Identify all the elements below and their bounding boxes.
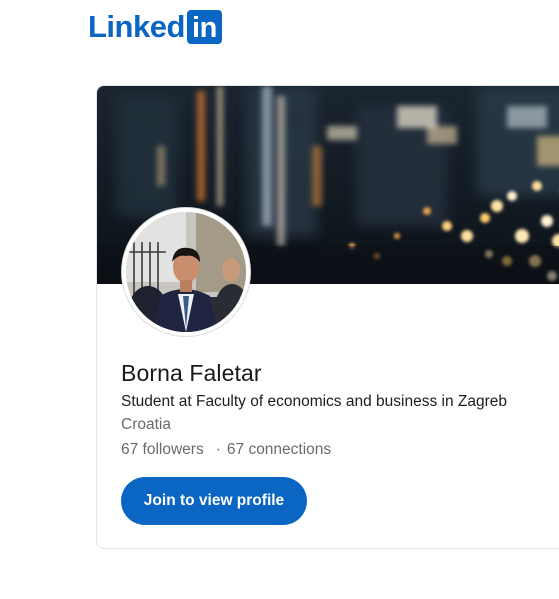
- profile-headline: Student at Faculty of economics and busi…: [121, 393, 507, 410]
- profile-location: Croatia: [121, 416, 171, 433]
- profile-photo: [126, 212, 246, 332]
- connections-count: 67 connections: [226, 441, 332, 458]
- logo-in-text: in: [192, 12, 217, 44]
- linkedin-logo[interactable]: Linked in: [88, 9, 222, 45]
- profile-name: Borna Faletar: [121, 360, 262, 386]
- profile-avatar: [122, 208, 250, 336]
- join-to-view-profile-button[interactable]: Join to view profile: [121, 477, 307, 525]
- profile-stats: 67 followers · 67 connections: [121, 440, 331, 460]
- followers-count: 67 followers: [121, 441, 204, 458]
- page: Linked in Borna Faletar Student at Facul…: [0, 0, 559, 599]
- stats-separator: ·: [215, 441, 221, 458]
- logo-wordmark: Linked: [88, 9, 185, 44]
- logo-in-box: in: [186, 10, 222, 44]
